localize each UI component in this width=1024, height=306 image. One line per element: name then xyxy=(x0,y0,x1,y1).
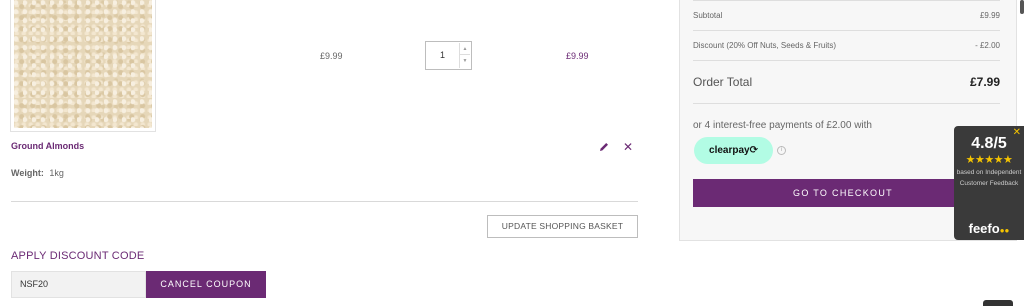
pencil-icon[interactable] xyxy=(598,141,610,153)
feefo-logo-dots: ●● xyxy=(999,226,1010,235)
scrollbar-thumb[interactable] xyxy=(1020,0,1024,14)
product-weight: Weight: 1kg xyxy=(11,168,64,178)
feefo-score: 4.8/5 xyxy=(971,135,1007,152)
summary-divider xyxy=(693,30,1000,31)
discount-value: - £2.00 xyxy=(975,41,1000,50)
go-to-checkout-button[interactable]: GO TO CHECKOUT xyxy=(693,179,993,207)
order-total-label: Order Total xyxy=(693,75,753,89)
discount-row: Discount (20% Off Nuts, Seeds & Fruits) … xyxy=(693,41,1000,50)
increment-arrow-icon[interactable]: ▲ xyxy=(460,43,470,55)
weight-label: Weight: xyxy=(11,168,44,178)
info-icon[interactable]: i xyxy=(777,146,786,155)
line-total: £9.99 xyxy=(566,51,589,61)
decrement-arrow-icon[interactable]: ▼ xyxy=(460,55,470,67)
unit-price: £9.99 xyxy=(320,51,343,61)
summary-divider xyxy=(693,0,1000,1)
order-total-row: Order Total £7.99 xyxy=(693,75,1000,89)
installments-text: or 4 interest-free payments of £2.00 wit… xyxy=(693,120,872,131)
subtotal-row: Subtotal £9.99 xyxy=(693,11,1000,20)
summary-divider xyxy=(693,103,1000,104)
discount-label: Discount (20% Off Nuts, Seeds & Fruits) xyxy=(693,41,837,50)
quantity-input[interactable]: 1 xyxy=(426,42,459,69)
subtotal-value: £9.99 xyxy=(979,11,1000,20)
coupon-code-input[interactable]: NSF20 xyxy=(11,271,146,298)
clearpay-logo: clearpay⟳ xyxy=(694,137,773,164)
quantity-stepper[interactable]: 1 ▲ ▼ xyxy=(425,41,472,70)
order-total-value: £7.99 xyxy=(969,75,1000,89)
cancel-coupon-button[interactable]: CANCEL COUPON xyxy=(146,271,266,298)
star-rating-icon: ★★★★★ xyxy=(965,154,1013,166)
feefo-logo-text: feefo xyxy=(968,221,1000,236)
cart-divider xyxy=(11,201,638,202)
feefo-based-on: based on Independent Customer Feedback xyxy=(956,169,1022,187)
product-name-link[interactable]: Ground Almonds xyxy=(11,141,84,151)
feefo-logo: feefo●● xyxy=(954,221,1024,236)
discount-code-title[interactable]: APPLY DISCOUNT CODE xyxy=(11,250,144,262)
ground-almonds-photo xyxy=(14,0,152,128)
summary-divider xyxy=(693,60,1000,61)
subtotal-label: Subtotal xyxy=(693,11,723,20)
product-image[interactable] xyxy=(10,0,156,132)
scroll-to-top-button[interactable] xyxy=(983,300,1013,306)
quantity-stepper-buttons[interactable]: ▲ ▼ xyxy=(459,43,470,68)
feefo-rating-badge[interactable]: ✕ 4.8/5 ★★★★★ based on Independent Custo… xyxy=(954,126,1024,240)
weight-value: 1kg xyxy=(49,168,64,178)
close-icon[interactable]: ✕ xyxy=(623,140,633,154)
update-basket-button[interactable]: UPDATE SHOPPING BASKET xyxy=(487,215,638,238)
